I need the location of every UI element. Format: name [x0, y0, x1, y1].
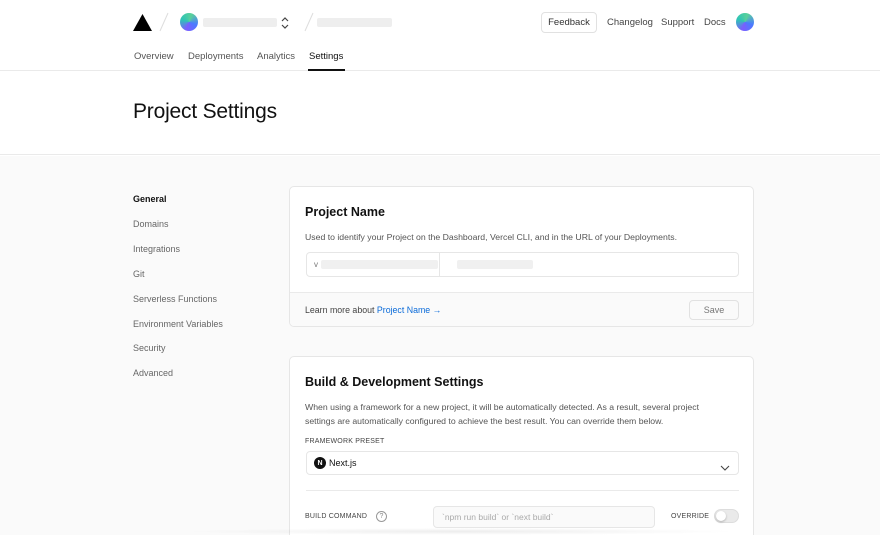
- team-name-redacted[interactable]: [203, 18, 277, 27]
- tab-overview[interactable]: Overview: [134, 51, 174, 62]
- switcher-chevrons-icon[interactable]: [280, 16, 290, 29]
- input-value-prefix: v: [314, 260, 318, 269]
- project-name-input[interactable]: v: [306, 252, 739, 277]
- vercel-logo-icon[interactable]: [133, 14, 152, 31]
- footer-prefix: Learn more about: [305, 305, 377, 315]
- tab-analytics[interactable]: Analytics: [257, 51, 295, 62]
- card-title: Build & Development Settings: [305, 375, 484, 389]
- sidebar-item-advanced[interactable]: Advanced: [133, 368, 173, 378]
- top-header: Feedback Changelog Support Docs Overview…: [0, 0, 880, 71]
- feedback-button[interactable]: Feedback: [541, 12, 597, 33]
- section-divider: [306, 490, 739, 491]
- tab-deployments[interactable]: Deployments: [188, 51, 243, 62]
- build-command-input[interactable]: `npm run build` or `next build`: [433, 506, 655, 528]
- build-settings-card: Build & Development Settings When using …: [289, 356, 754, 535]
- save-button[interactable]: Save: [689, 300, 739, 320]
- support-link[interactable]: Support: [661, 17, 694, 28]
- team-avatar[interactable]: [180, 13, 198, 31]
- input-divider: [439, 253, 440, 276]
- override-toggle[interactable]: [714, 509, 739, 523]
- card-description: Used to identify your Project on the Das…: [305, 232, 677, 242]
- docs-link[interactable]: Docs: [704, 17, 726, 28]
- sidebar-item-environment-variables[interactable]: Environment Variables: [133, 319, 223, 329]
- sidebar-item-domains[interactable]: Domains: [133, 219, 169, 229]
- card-title: Project Name: [305, 205, 385, 219]
- changelog-link[interactable]: Changelog: [607, 17, 653, 28]
- tab-settings[interactable]: Settings: [309, 51, 343, 62]
- chevron-down-icon: [720, 459, 730, 471]
- framework-preset-value: Next.js: [329, 458, 357, 468]
- breadcrumb-separator-icon: [303, 12, 315, 32]
- project-name-redacted[interactable]: [317, 18, 392, 27]
- page-title: Project Settings: [133, 100, 277, 123]
- card-description-line1: When using a framework for a new project…: [305, 402, 700, 412]
- footer-text: Learn more about Project Name →: [305, 305, 441, 315]
- build-command-label: BUILD COMMAND: [305, 513, 368, 520]
- card-description-line2: settings are automatically configured to…: [305, 416, 664, 426]
- scroll-shadow: [180, 528, 740, 535]
- sidebar-item-general[interactable]: General: [133, 194, 167, 204]
- user-avatar[interactable]: [736, 13, 754, 31]
- nextjs-logo-icon: N: [314, 457, 326, 469]
- card-footer: Learn more about Project Name → Save: [290, 292, 753, 326]
- input-value-redacted: [457, 260, 533, 269]
- breadcrumb-separator-icon: [158, 12, 170, 32]
- sidebar-item-security[interactable]: Security: [133, 343, 166, 353]
- project-name-docs-link[interactable]: Project Name →: [377, 305, 442, 315]
- toggle-knob: [716, 511, 726, 521]
- sidebar-item-integrations[interactable]: Integrations: [133, 244, 180, 254]
- override-label: OVERRIDE: [671, 513, 710, 520]
- sidebar-item-git[interactable]: Git: [133, 269, 145, 279]
- title-band: Project Settings: [0, 71, 880, 155]
- input-value-redacted: [321, 260, 438, 269]
- framework-preset-label: FRAMEWORK PRESET: [305, 438, 385, 445]
- sidebar-item-serverless-functions[interactable]: Serverless Functions: [133, 294, 217, 304]
- framework-preset-select[interactable]: N Next.js: [306, 451, 739, 475]
- help-icon[interactable]: ?: [376, 511, 387, 522]
- project-name-card: Project Name Used to identify your Proje…: [289, 186, 754, 327]
